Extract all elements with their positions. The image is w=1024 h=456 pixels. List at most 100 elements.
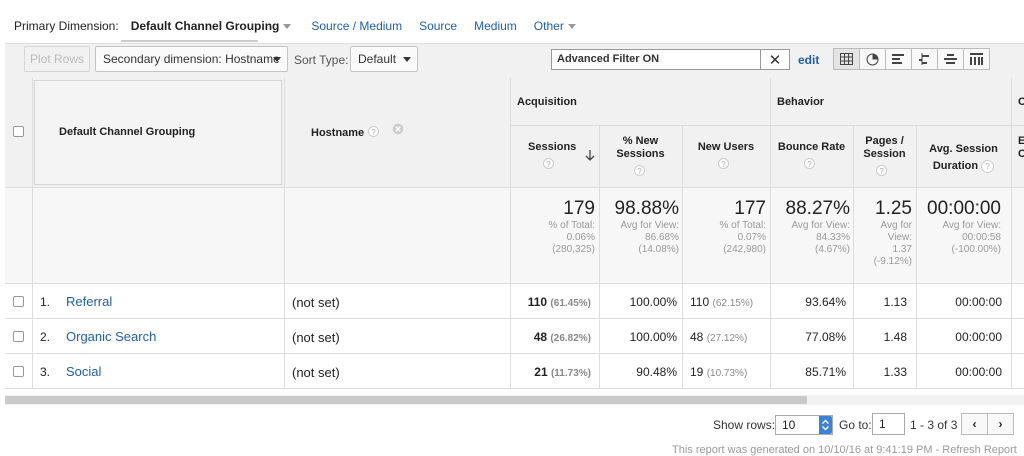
group-header-behavior: Behavior xyxy=(777,96,825,108)
total-duration-label: Avg for View: xyxy=(942,220,1001,231)
close-icon: ✕ xyxy=(768,51,782,69)
row-checkbox[interactable] xyxy=(13,366,24,377)
total-pages-label1: Avg for xyxy=(880,220,913,231)
row-sessions-value: 21 xyxy=(534,365,548,379)
row-index: 2. xyxy=(40,330,51,344)
dimension-link-source[interactable]: Source xyxy=(419,19,457,33)
dimension-other-label: Other xyxy=(533,19,564,33)
row-pages-session: 1.48 xyxy=(883,330,907,344)
pivot-view-button[interactable] xyxy=(963,48,990,70)
total-new-users-pct: 0.07% xyxy=(737,232,766,243)
col-header-sessions[interactable]: Sessions xyxy=(528,141,576,153)
total-new-sessions-label: Avg for View: xyxy=(620,220,679,231)
col-header-avg-duration[interactable]: Avg. Session Duration ? xyxy=(916,141,1011,175)
row-sessions-pct: (61.45%) xyxy=(550,298,591,309)
help-icon[interactable]: ? xyxy=(804,158,815,169)
row-new-sessions: 100.00% xyxy=(629,295,677,309)
col-header-new-users[interactable]: New Users xyxy=(682,141,770,153)
row-channel-link[interactable]: Referral xyxy=(66,294,112,309)
row-sessions: 48 (26.82%) xyxy=(510,330,591,344)
pie-view-icon xyxy=(866,53,879,65)
row-sessions: 110 (61.45%) xyxy=(510,295,591,309)
row-sessions: 21 (11.73%) xyxy=(510,365,591,379)
row-bounce-rate: 85.71% xyxy=(805,365,846,379)
table-view-button[interactable] xyxy=(833,48,860,70)
primary-dimension-selected[interactable]: Default Channel Grouping xyxy=(131,19,292,33)
prev-page-button[interactable]: ‹ xyxy=(961,413,988,435)
dimension-link-source-medium[interactable]: Source / Medium xyxy=(311,19,402,33)
row-new-users: 19 (10.73%) xyxy=(690,365,747,379)
total-new-sessions-value: 98.88% xyxy=(614,198,679,219)
total-new-sessions-diff: (14.08%) xyxy=(638,244,679,255)
chevron-right-icon: › xyxy=(998,417,1003,431)
col-header-hostname[interactable]: Hostname xyxy=(311,127,364,139)
total-pages-avg: 1.37 xyxy=(892,244,912,255)
term-cloud-view-button[interactable] xyxy=(937,48,964,70)
col-header-channel[interactable]: Default Channel Grouping xyxy=(59,126,195,138)
help-icon[interactable]: ? xyxy=(368,126,379,137)
horizontal-scrollbar-thumb[interactable] xyxy=(5,396,807,404)
row-channel-link[interactable]: Social xyxy=(66,364,101,379)
clear-filter-button[interactable]: ✕ xyxy=(761,49,790,70)
col-header-new-sessions[interactable]: % New Sessions xyxy=(599,135,682,161)
edit-filter-link[interactable]: edit xyxy=(798,53,819,67)
row-avg-duration: 00:00:00 xyxy=(955,365,1002,379)
dimension-other-dropdown[interactable]: Other xyxy=(534,19,576,33)
row-sessions-pct: (11.73%) xyxy=(550,368,591,379)
col-header-pages-session[interactable]: Pages / Session xyxy=(853,135,916,161)
help-icon[interactable]: ? xyxy=(876,165,887,176)
total-pages-label2: View: xyxy=(887,232,912,243)
help-icon[interactable]: ? xyxy=(718,158,729,169)
bar-view-icon xyxy=(892,54,904,64)
selected-dimension-underline xyxy=(121,40,258,42)
show-rows-label: Show rows: xyxy=(713,418,776,432)
total-sessions-value: 179 xyxy=(563,198,595,219)
total-avg-duration: 00:00:00 Avg for View: 00:00:58 (-100.00… xyxy=(916,198,1001,256)
row-new-users-pct: (62.15%) xyxy=(712,298,754,309)
primary-dimension-bar: Primary Dimension: Default Channel Group… xyxy=(14,18,576,34)
row-new-users-value: 48 xyxy=(690,330,704,344)
row-channel-link[interactable]: Organic Search xyxy=(66,329,156,344)
row-pages-session: 1.33 xyxy=(883,365,907,379)
row-avg-duration: 00:00:00 xyxy=(955,330,1002,344)
total-duration-value: 00:00:00 xyxy=(927,198,1001,219)
row-new-users: 110 (62.15%) xyxy=(690,295,753,309)
total-new-users-label: % of Total: xyxy=(719,220,766,231)
row-checkbox[interactable] xyxy=(13,296,24,307)
row-new-users-pct: (10.73%) xyxy=(706,368,748,379)
total-new-users: 177 % of Total: 0.07% (242,980) xyxy=(682,198,766,256)
col-header-bounce-rate[interactable]: Bounce Rate xyxy=(770,141,853,153)
dimension-link-medium[interactable]: Medium xyxy=(474,19,517,33)
advanced-filter-input[interactable]: Advanced Filter ON xyxy=(551,49,761,70)
col-header-duration-line1: Avg. Session xyxy=(929,143,998,155)
help-icon[interactable]: ? xyxy=(634,165,645,176)
row-checkbox[interactable] xyxy=(13,331,24,342)
row-avg-duration: 00:00:00 xyxy=(955,295,1002,309)
row-index: 1. xyxy=(40,295,51,309)
plot-rows-button[interactable]: Plot Rows xyxy=(24,46,90,72)
pie-view-button[interactable] xyxy=(859,48,886,70)
help-icon[interactable]: ? xyxy=(543,158,554,169)
col-header-cut: EC xyxy=(1018,135,1024,161)
goto-page-input[interactable]: 1 xyxy=(872,413,905,435)
sort-type-select[interactable]: Default xyxy=(350,46,418,72)
total-bounce-rate: 88.27% Avg for View: 84.33% (4.67%) xyxy=(770,198,850,256)
show-rows-select[interactable]: 10 xyxy=(775,415,833,435)
pagination-range: 1 - 3 of 3 xyxy=(910,418,958,432)
row-sessions-value: 48 xyxy=(533,330,548,344)
remove-dimension-icon[interactable] xyxy=(392,123,404,135)
select-all-checkbox[interactable] xyxy=(13,126,24,137)
bar-view-button[interactable] xyxy=(885,48,912,70)
compare-view-button[interactable] xyxy=(911,48,938,70)
secondary-dimension-select[interactable]: Secondary dimension: Hostname xyxy=(95,46,288,72)
table-toolbar: Plot Rows Secondary dimension: Hostname … xyxy=(5,43,1024,78)
row-new-users-value: 110 xyxy=(690,295,710,309)
total-new-sessions: 98.88% Avg for View: 86.68% (14.08%) xyxy=(599,198,679,256)
compare-view-icon xyxy=(919,53,929,65)
help-icon[interactable]: ? xyxy=(981,159,995,173)
row-sessions-value: 110 xyxy=(527,295,548,309)
sort-desc-icon xyxy=(585,150,595,165)
next-page-button[interactable]: › xyxy=(987,413,1014,435)
total-pages-value: 1.25 xyxy=(875,198,912,219)
row-index: 3. xyxy=(40,365,51,379)
